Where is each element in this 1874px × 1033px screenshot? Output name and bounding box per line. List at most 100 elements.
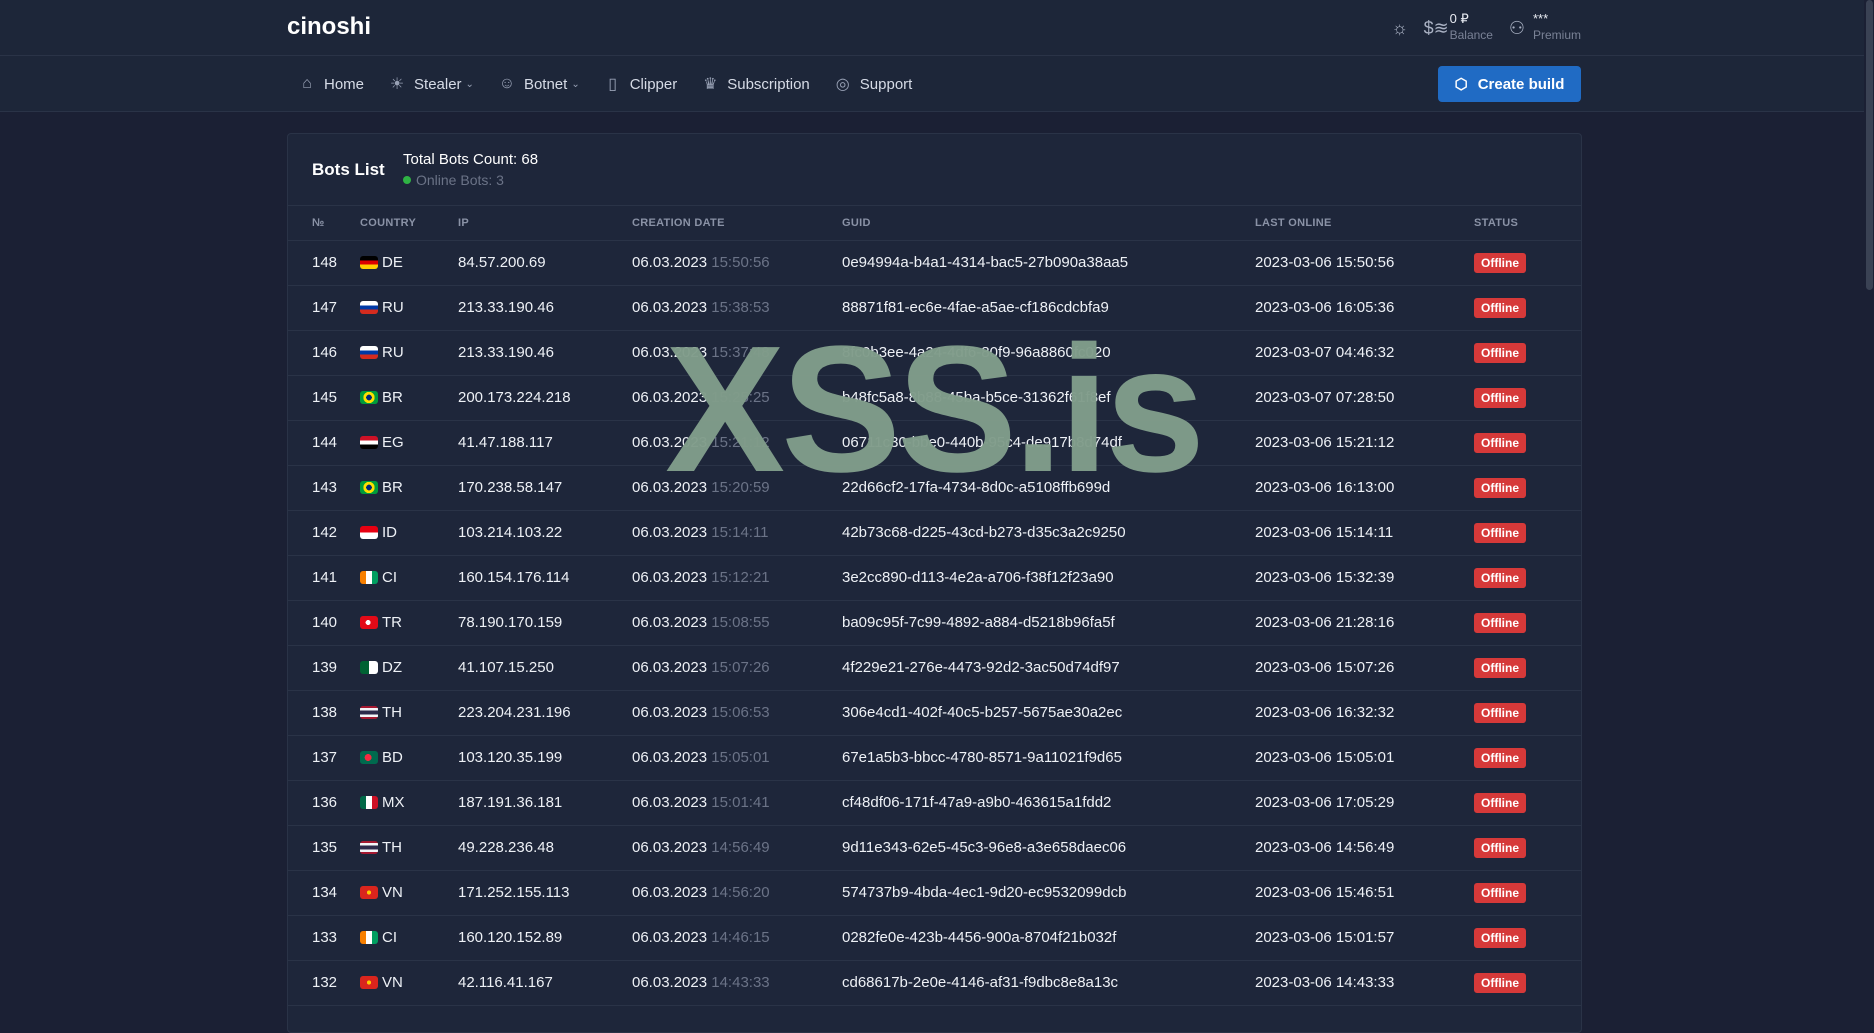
status-badge: Offline [1474, 657, 1526, 678]
bot-last-online: 2023-03-06 15:32:39 [1255, 555, 1474, 601]
bot-status: Offline [1474, 870, 1581, 916]
table-row[interactable]: 145 BR 200.173.224.218 06.03.2023 15:25:… [288, 375, 1581, 421]
bot-guid[interactable]: b48fc5a8-8b88-45ba-b5ce-31362f61f8ef [842, 375, 1255, 421]
sun-icon[interactable]: ☼ [1390, 18, 1410, 38]
bot-guid[interactable]: 306e4cd1-402f-40c5-b257-5675ae30a2ec [842, 690, 1255, 736]
balance[interactable]: 0 ₽ Balance [1450, 10, 1493, 44]
col-ip[interactable]: IP [458, 206, 632, 241]
nav-label: Clipper [629, 75, 678, 93]
flag-icon [360, 796, 378, 809]
nav-subscription[interactable]: ♛ Subscription [701, 74, 810, 94]
table-row[interactable]: 146 RU 213.33.190.46 06.03.2023 15:37:48… [288, 330, 1581, 376]
table-row[interactable]: 141 CI 160.154.176.114 06.03.2023 15:12:… [288, 555, 1581, 601]
table-row[interactable]: 143 BR 170.238.58.147 06.03.2023 15:20:5… [288, 465, 1581, 511]
status-badge: Offline [1474, 522, 1526, 543]
table-row[interactable]: 135 TH 49.228.236.48 06.03.2023 14:56:49… [288, 825, 1581, 871]
bot-last-online: 2023-03-06 14:43:33 [1255, 960, 1474, 1006]
table-row[interactable]: 147 RU 213.33.190.46 06.03.2023 15:38:53… [288, 285, 1581, 331]
nav-stealer[interactable]: ☀ Stealer ⌄ [388, 74, 474, 94]
creation-time: 15:21:12 [711, 434, 770, 451]
status-badge: Offline [1474, 252, 1526, 273]
brand-logo[interactable]: cinoshi [287, 13, 371, 41]
bot-guid[interactable]: cd68617b-2e0e-4146-af31-f9dbc8e8a13c [842, 960, 1255, 1006]
status-badge: Offline [1474, 297, 1526, 318]
table-row[interactable]: 137 BD 103.120.35.199 06.03.2023 15:05:0… [288, 735, 1581, 781]
col-status[interactable]: STATUS [1474, 206, 1581, 241]
bot-creation-date: 06.03.2023 15:21:12 [632, 420, 842, 466]
lifebuoy-icon: ◎ [835, 76, 850, 93]
bot-country: BD [360, 735, 458, 781]
col-last-online[interactable]: LAST ONLINE [1255, 206, 1474, 241]
bot-country: MX [360, 780, 458, 826]
flag-icon [360, 931, 378, 944]
create-build-button[interactable]: ⬡ Create build [1438, 66, 1581, 102]
bot-guid[interactable]: ba09c95f-7c99-4892-a884-d5218b96fa5f [842, 600, 1255, 646]
col-country[interactable]: COUNTRY [360, 206, 458, 241]
bot-guid[interactable]: 8fc0b3ee-4a24-4df6-80f9-96a8860fc020 [842, 330, 1255, 376]
col-creation-date[interactable]: CREATION DATE [632, 206, 842, 241]
bot-guid[interactable]: 42b73c68-d225-43cd-b273-d35c3a2c9250 [842, 510, 1255, 556]
creation-time: 14:43:33 [711, 974, 770, 991]
table-row[interactable]: 139 DZ 41.107.15.250 06.03.2023 15:07:26… [288, 645, 1581, 691]
bot-last-online: 2023-03-07 07:28:50 [1255, 375, 1474, 421]
bot-creation-date: 06.03.2023 14:46:15 [632, 915, 842, 961]
col-guid[interactable]: GUID [842, 206, 1255, 241]
flag-icon [360, 301, 378, 314]
bot-guid[interactable]: cf48df06-171f-47a9-a9b0-463615a1fdd2 [842, 780, 1255, 826]
creation-time: 15:07:26 [711, 659, 770, 676]
bot-guid[interactable]: 3e2cc890-d113-4e2a-a706-f38f12f23a90 [842, 555, 1255, 601]
bot-last-online: 2023-03-06 15:01:57 [1255, 915, 1474, 961]
flag-icon [360, 616, 378, 629]
table-row[interactable]: 140 TR 78.190.170.159 06.03.2023 15:08:5… [288, 600, 1581, 646]
nav-clipper[interactable]: ▯ Clipper [604, 74, 678, 94]
nav-label: Support [859, 75, 913, 93]
flag-icon [360, 526, 378, 539]
table-row[interactable]: 136 MX 187.191.36.181 06.03.2023 15:01:4… [288, 780, 1581, 826]
bot-guid[interactable]: 4f229e21-276e-4473-92d2-3ac50d74df97 [842, 645, 1255, 691]
status-badge: Offline [1474, 747, 1526, 768]
bot-ip: 160.154.176.114 [458, 555, 632, 601]
bot-ip: 223.204.231.196 [458, 690, 632, 736]
clipboard-icon: ▯ [608, 76, 618, 93]
table-row[interactable]: 144 EG 41.47.188.117 06.03.2023 15:21:12… [288, 420, 1581, 466]
user-menu[interactable]: *** Premium [1533, 10, 1581, 44]
nav-support[interactable]: ◎ Support [834, 74, 913, 94]
table-row[interactable]: 148 DE 84.57.200.69 06.03.2023 15:50:56 … [288, 240, 1581, 286]
bot-ip: 200.173.224.218 [458, 375, 632, 421]
bot-guid[interactable]: 88871f81-ec6e-4fae-a5ae-cf186cdcbfa9 [842, 285, 1255, 331]
bot-number: 147 [288, 285, 360, 331]
creation-date: 06.03.2023 [632, 839, 708, 856]
scrollbar[interactable] [1864, 0, 1874, 1004]
status-badge: Offline [1474, 612, 1526, 633]
country-code: TH [382, 704, 402, 721]
bot-guid[interactable]: 06711c30-bbe0-440b-95c4-de917b8d74df [842, 420, 1255, 466]
bot-status: Offline [1474, 780, 1581, 826]
bot-guid[interactable]: 22d66cf2-17fa-4734-8d0c-a5108ffb699d [842, 465, 1255, 511]
bot-guid[interactable]: 9d11e343-62e5-45c3-96e8-a3e658daec06 [842, 825, 1255, 871]
bot-creation-date: 06.03.2023 15:01:41 [632, 780, 842, 826]
status-badge: Offline [1474, 702, 1526, 723]
table-row[interactable]: 138 TH 223.204.231.196 06.03.2023 15:06:… [288, 690, 1581, 736]
bot-guid[interactable]: 0e94994a-b4a1-4314-bac5-27b090a38aa5 [842, 240, 1255, 286]
col-number[interactable]: № [288, 206, 360, 241]
table-row[interactable]: 133 CI 160.120.152.89 06.03.2023 14:46:1… [288, 915, 1581, 961]
country-code: BR [382, 389, 403, 406]
nav-botnet[interactable]: ☺ Botnet ⌄ [498, 75, 580, 93]
bot-last-online: 2023-03-06 17:05:29 [1255, 780, 1474, 826]
bot-ip: 42.116.41.167 [458, 960, 632, 1006]
table-row[interactable]: 132 VN 42.116.41.167 06.03.2023 14:43:33… [288, 960, 1581, 1006]
bot-country: DZ [360, 645, 458, 691]
nav-home[interactable]: ⌂ Home [298, 75, 364, 93]
bot-status: Offline [1474, 375, 1581, 421]
bot-guid[interactable]: 574737b9-4bda-4ec1-9d20-ec9532099dcb [842, 870, 1255, 916]
table-row[interactable]: 142 ID 103.214.103.22 06.03.2023 15:14:1… [288, 510, 1581, 556]
creation-time: 15:50:56 [711, 254, 770, 271]
scrollbar-thumb[interactable] [1866, 0, 1873, 290]
flag-icon [360, 346, 378, 359]
bot-guid[interactable]: 0282fe0e-423b-4456-900a-8704f21b032f [842, 915, 1255, 961]
bot-ip: 49.228.236.48 [458, 825, 632, 871]
table-row[interactable]: 134 VN 171.252.155.113 06.03.2023 14:56:… [288, 870, 1581, 916]
country-code: VN [382, 974, 403, 991]
creation-date: 06.03.2023 [632, 569, 708, 586]
bot-guid[interactable]: 67e1a5b3-bbcc-4780-8571-9a11021f9d65 [842, 735, 1255, 781]
